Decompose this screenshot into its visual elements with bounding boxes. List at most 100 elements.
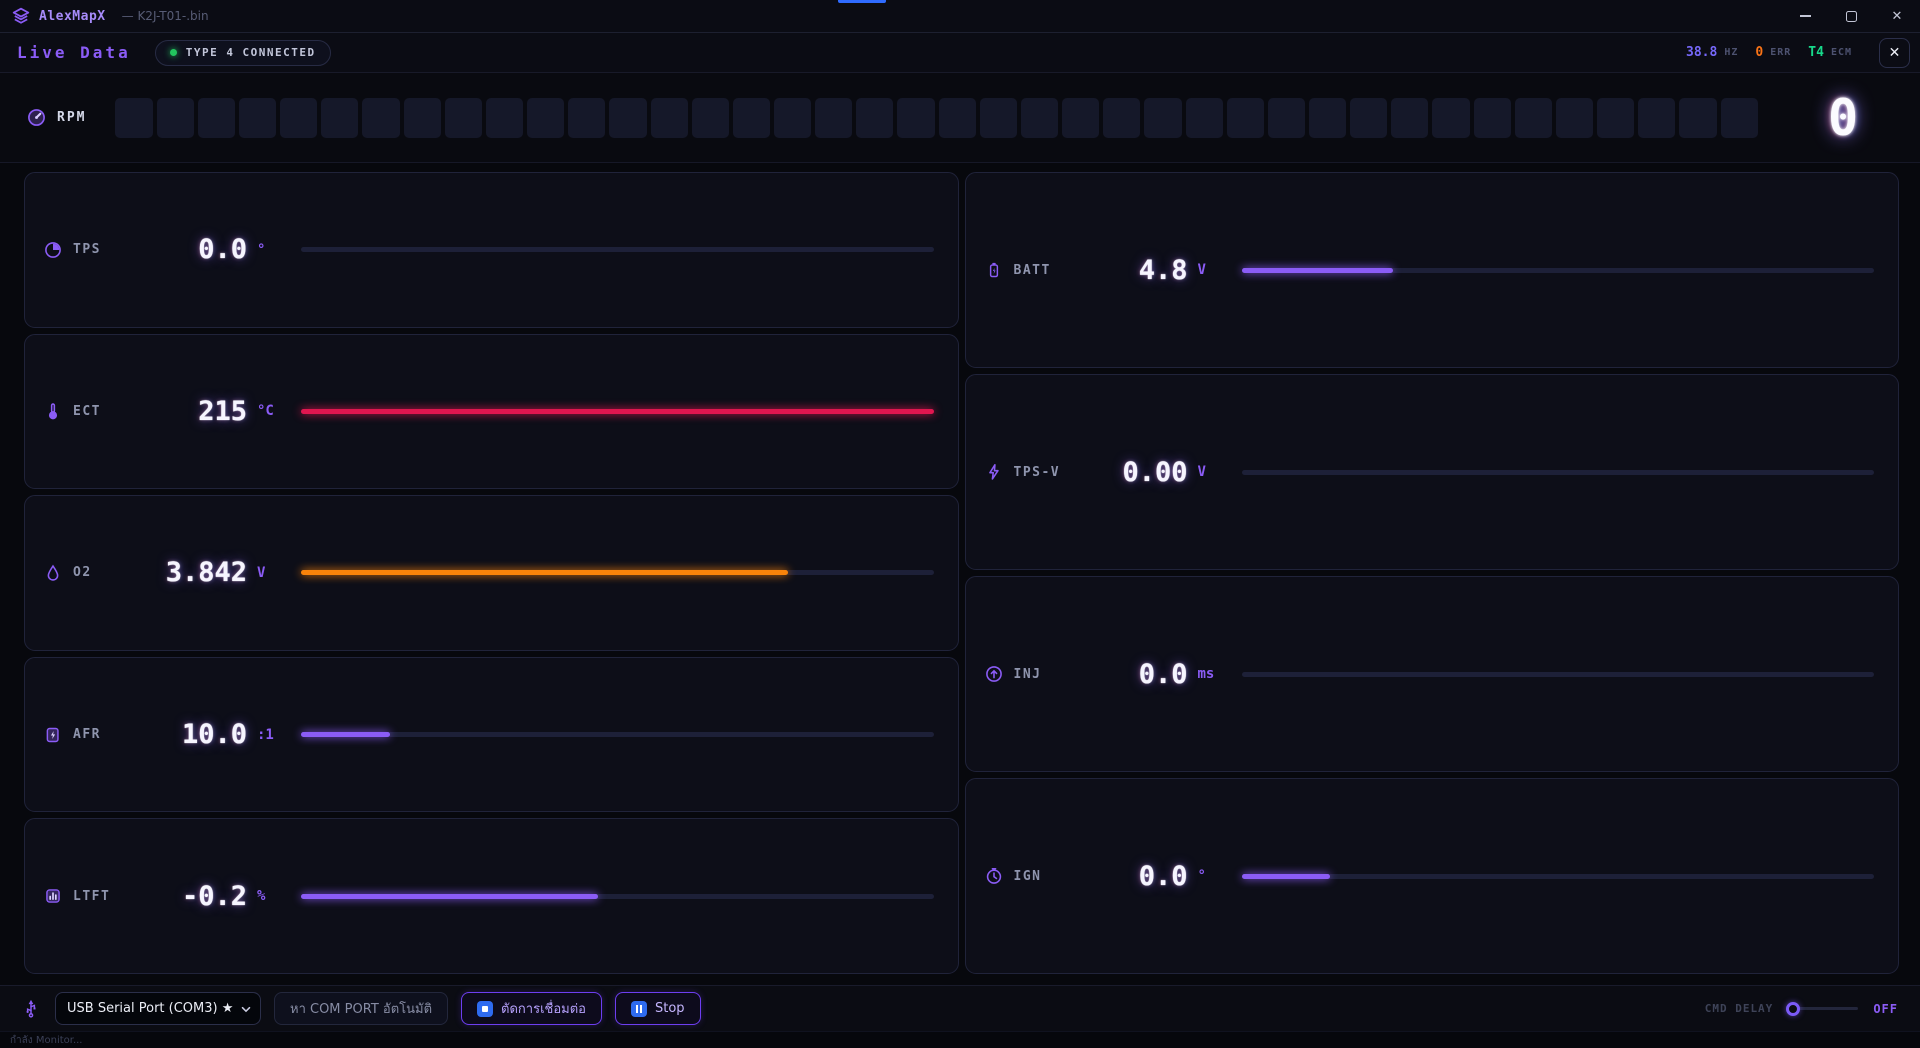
rpm-segment — [280, 98, 317, 138]
rpm-label: RPM — [57, 110, 86, 125]
gauge-bar-fill — [1242, 268, 1394, 273]
stop-button[interactable]: Stop — [615, 992, 701, 1025]
close-icon: ✕ — [1892, 9, 1903, 24]
rpm-segment — [321, 98, 358, 138]
rpm-segment — [1186, 98, 1223, 138]
rpm-segment — [1350, 98, 1387, 138]
gauge-panel-ign: IGN 0.0 ° — [965, 778, 1900, 974]
minimize-button[interactable] — [1782, 0, 1828, 32]
rpm-segment — [527, 98, 564, 138]
gauge-panel-inj: INJ 0.0 ms — [965, 576, 1900, 772]
live-data-header: Live Data TYPE 4 CONNECTED 38.8 HZ 0 ERR… — [0, 33, 1920, 73]
rpm-segment — [1679, 98, 1716, 138]
gauge-label: IGN — [1014, 869, 1080, 884]
gauge-panel-tpsv: TPS-V 0.00 V — [965, 374, 1900, 570]
rpm-segment — [692, 98, 729, 138]
gauge-unit: ° — [1198, 868, 1234, 884]
error-count: 0 — [1755, 45, 1763, 60]
gauge-unit: °C — [257, 403, 293, 419]
gauge-bar-fill — [301, 409, 934, 414]
cmd-delay-slider[interactable] — [1786, 1002, 1858, 1016]
rpm-segment — [1515, 98, 1552, 138]
gauge-label: ECT — [73, 404, 139, 419]
rpm-segment — [1309, 98, 1346, 138]
gauge-value: -0.2 — [139, 881, 247, 912]
rpm-segment — [362, 98, 399, 138]
maximize-button[interactable] — [1828, 0, 1874, 32]
rpm-segment — [1268, 98, 1305, 138]
battery-icon — [985, 261, 1003, 279]
fuel-icon — [44, 726, 62, 744]
rpm-segment — [1062, 98, 1099, 138]
gauge-row: ECT 215 °C — [25, 335, 958, 489]
rpm-segment — [239, 98, 276, 138]
gauge-panel-o2: O2 3.842 V — [24, 495, 959, 651]
gauge-value: 215 — [139, 396, 247, 427]
gauge-column-left: TPS 0.0 ° ECT 215 °C O2 3.842 V — [24, 172, 959, 974]
gauge-unit: :1 — [257, 727, 293, 743]
rpm-segment — [939, 98, 976, 138]
gauge-bar-track — [1242, 268, 1875, 273]
app-title: AlexMapX — [39, 9, 106, 24]
gauge-bar-fill — [1242, 874, 1331, 879]
close-icon: ✕ — [1889, 45, 1901, 61]
rpm-segment — [609, 98, 646, 138]
minimize-icon — [1800, 15, 1811, 17]
rpm-segment — [774, 98, 811, 138]
gauge-panel-tps: TPS 0.0 ° — [24, 172, 959, 328]
cmd-delay-label: CMD DELAY — [1705, 1002, 1774, 1015]
ecm-label: ECM — [1831, 47, 1852, 58]
gauge-bar-fill — [301, 570, 788, 575]
rpm-segment — [404, 98, 441, 138]
top-accent-bar — [838, 0, 886, 3]
com-port-select[interactable]: USB Serial Port (COM3) ★ — [55, 992, 261, 1025]
live-data-close-button[interactable]: ✕ — [1879, 38, 1910, 68]
rpm-segment — [1474, 98, 1511, 138]
slider-knob[interactable] — [1786, 1002, 1800, 1016]
stop-label: Stop — [655, 1001, 685, 1016]
rpm-segment — [445, 98, 482, 138]
rpm-segment — [1638, 98, 1675, 138]
rpm-segment — [1597, 98, 1634, 138]
gauge-value: 0.0 — [139, 234, 247, 265]
gauge-value: 3.842 — [139, 557, 247, 588]
gauge-bar-track — [301, 247, 934, 252]
header-stats: 38.8 HZ 0 ERR T4 ECM ✕ — [1686, 38, 1910, 68]
window-close-button[interactable]: ✕ — [1874, 0, 1920, 32]
disconnect-button[interactable]: ตัดการเชื่อมต่อ — [461, 992, 602, 1025]
gauge-unit: V — [1198, 262, 1234, 278]
thermometer-icon — [44, 402, 62, 420]
bar-chart-icon — [44, 887, 62, 905]
rpm-segment — [1144, 98, 1181, 138]
gauge-label: LTFT — [73, 889, 139, 904]
slider-track — [1790, 1007, 1858, 1010]
gauge-bar-track — [301, 409, 934, 414]
pause-icon — [631, 1001, 647, 1017]
gauge-column-right: BATT 4.8 V TPS-V 0.00 V INJ 0.0 ms — [965, 172, 1900, 974]
gauge-bar-fill — [301, 732, 390, 737]
rpm-gauge-strip: RPM 0 — [0, 73, 1920, 163]
rpm-segment — [1103, 98, 1140, 138]
rpm-value: 0 — [1784, 89, 1902, 147]
gauge-panel-ect: ECT 215 °C — [24, 334, 959, 490]
rpm-segment — [733, 98, 770, 138]
gauge-value: 4.8 — [1080, 255, 1188, 286]
gauge-bar-fill — [301, 894, 598, 899]
gauge-value: 0.0 — [1080, 659, 1188, 690]
gauge-value: 10.0 — [139, 719, 247, 750]
gauge-grid: TPS 0.0 ° ECT 215 °C O2 3.842 V — [0, 163, 1920, 985]
serial-toolbar: USB Serial Port (COM3) ★ หา COM PORT อัต… — [0, 985, 1920, 1031]
disconnect-label: ตัดการเชื่อมต่อ — [501, 998, 586, 1019]
app-logo-icon — [12, 7, 30, 25]
ecm-type: T4 — [1808, 45, 1824, 60]
rpm-segment-bar — [115, 98, 1758, 138]
connected-dot-icon — [170, 49, 177, 56]
gauge-row: O2 3.842 V — [25, 496, 958, 650]
gauge-row: AFR 10.0 :1 — [25, 658, 958, 812]
auto-find-com-port-label: หา COM PORT อัตโนมัติ — [290, 998, 432, 1019]
auto-find-com-port-button[interactable]: หา COM PORT อัตโนมัติ — [274, 992, 448, 1025]
rpm-segment — [1021, 98, 1058, 138]
rpm-segment — [1227, 98, 1264, 138]
gauge-bar-track — [1242, 672, 1875, 677]
error-label: ERR — [1770, 47, 1791, 58]
